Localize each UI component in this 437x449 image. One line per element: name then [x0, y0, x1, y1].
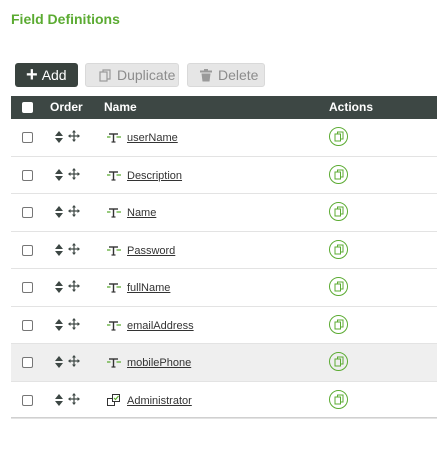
duplicate-icon — [334, 281, 343, 292]
table-row: Password — [11, 232, 437, 269]
text-field-icon — [107, 245, 121, 256]
move-icon[interactable] — [68, 205, 80, 217]
table-row: Name — [11, 194, 437, 232]
text-field-icon — [107, 208, 121, 218]
trash-icon — [200, 68, 212, 81]
duplicate-icon — [334, 169, 343, 179]
move-icon[interactable] — [68, 280, 80, 292]
text-field-icon — [107, 170, 121, 181]
sort-arrows-icon[interactable] — [55, 281, 63, 293]
edit-action-button[interactable] — [329, 127, 348, 146]
sort-arrows-icon[interactable] — [55, 356, 63, 368]
row-checkbox[interactable] — [22, 207, 33, 218]
edit-action-button[interactable] — [329, 202, 348, 221]
sort-arrows-icon[interactable] — [55, 131, 63, 143]
field-name-link[interactable]: Administrator — [127, 395, 192, 407]
column-header-order[interactable]: Order — [50, 96, 83, 119]
edit-action-button[interactable] — [329, 352, 348, 371]
add-button[interactable]: + Add — [15, 63, 78, 87]
edit-action-button[interactable] — [329, 277, 348, 296]
field-name-link[interactable]: Name — [127, 207, 156, 219]
move-icon[interactable] — [68, 242, 80, 255]
move-icon[interactable] — [68, 130, 80, 142]
text-field-icon — [107, 283, 121, 293]
sort-arrows-icon[interactable] — [55, 243, 63, 256]
text-field-icon — [107, 358, 121, 368]
move-icon[interactable] — [68, 167, 80, 180]
table-row: mobilePhone — [11, 344, 437, 382]
sort-arrows-icon[interactable] — [55, 393, 63, 406]
duplicate-icon — [334, 356, 343, 367]
duplicate-button-label: Duplicate — [117, 67, 176, 83]
move-icon[interactable] — [68, 355, 80, 367]
table-body: userName Description Name Password fullN… — [11, 119, 437, 419]
edit-action-button[interactable] — [329, 389, 348, 409]
table-row: Administrator — [11, 382, 437, 419]
column-header-actions: Actions — [329, 100, 374, 114]
move-icon[interactable] — [68, 392, 80, 405]
duplicate-icon — [334, 244, 343, 254]
edit-action-button[interactable] — [329, 239, 348, 259]
table-row: emailAddress — [11, 307, 437, 344]
row-checkbox[interactable] — [22, 244, 33, 256]
plus-icon: + — [26, 64, 38, 86]
table-row: userName — [11, 119, 437, 157]
row-checkbox[interactable] — [22, 132, 33, 143]
duplicate-icon — [334, 394, 343, 404]
field-name-link[interactable]: fullName — [127, 282, 170, 294]
page-title: Field Definitions — [11, 11, 120, 27]
table-row: fullName — [11, 269, 437, 307]
row-checkbox[interactable] — [22, 169, 33, 181]
row-checkbox[interactable] — [22, 357, 33, 368]
field-name-link[interactable]: Password — [127, 245, 175, 257]
table-header: Order Name Actions — [11, 96, 437, 119]
sort-arrows-icon[interactable] — [55, 206, 63, 218]
duplicate-icon — [99, 68, 111, 82]
duplicate-icon — [334, 206, 343, 217]
table-bottom-border — [11, 417, 437, 418]
edit-action-button[interactable] — [329, 164, 348, 184]
edit-action-button[interactable] — [329, 314, 348, 334]
text-field-icon — [107, 133, 121, 143]
duplicate-icon — [334, 131, 343, 142]
row-checkbox[interactable] — [22, 319, 33, 331]
move-icon[interactable] — [68, 317, 80, 330]
table-row: Description — [11, 157, 437, 194]
row-checkbox[interactable] — [22, 282, 33, 293]
field-table: Order Name Actions userName Description … — [11, 96, 437, 419]
field-name-link[interactable]: Description — [127, 170, 182, 182]
text-field-icon — [107, 320, 121, 331]
field-name-link[interactable]: userName — [127, 132, 178, 144]
duplicate-icon — [334, 319, 343, 329]
duplicate-button[interactable]: Duplicate — [85, 63, 179, 87]
sort-arrows-icon[interactable] — [55, 168, 63, 181]
sort-arrows-icon[interactable] — [55, 318, 63, 331]
row-checkbox[interactable] — [22, 394, 33, 406]
checkbox-field-icon — [107, 393, 120, 406]
select-all-checkbox[interactable] — [22, 102, 33, 113]
column-header-name[interactable]: Name — [104, 96, 137, 119]
delete-button-label: Delete — [218, 67, 259, 83]
field-name-link[interactable]: mobilePhone — [127, 357, 191, 369]
delete-button[interactable]: Delete — [187, 63, 265, 87]
add-button-label: Add — [41, 67, 67, 83]
field-name-link[interactable]: emailAddress — [127, 320, 194, 332]
